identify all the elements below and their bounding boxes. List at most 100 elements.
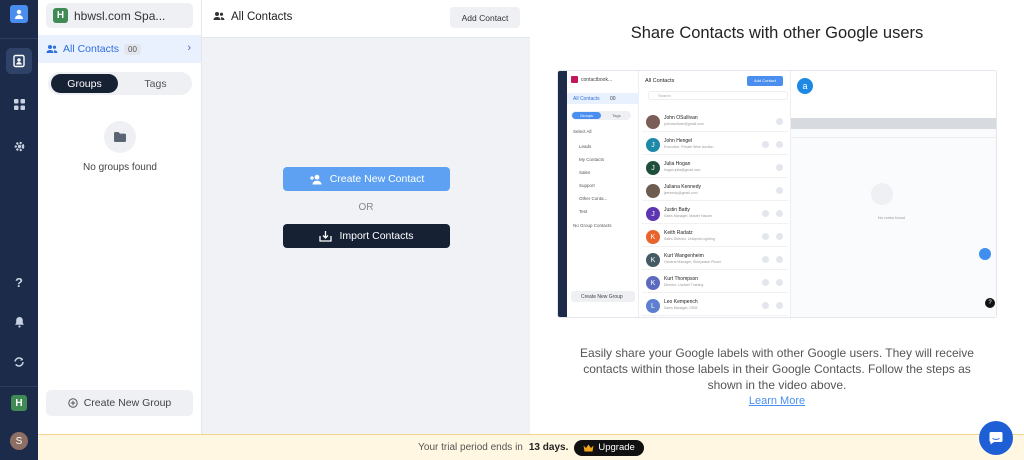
video-contact-name: John Hengel — [664, 138, 693, 144]
video-contact-avatar: K — [646, 253, 660, 267]
share-description: Easily share your Google labels with oth… — [580, 346, 974, 392]
contacts-icon[interactable] — [6, 48, 32, 74]
trial-days: 13 days. — [528, 442, 569, 453]
rail-divider — [0, 38, 38, 39]
video-contact-avatar — [646, 115, 660, 129]
video-contact-name: Juliana Kennedy — [664, 184, 701, 190]
user-avatar[interactable]: S — [10, 432, 28, 450]
video-search-placeholder: Search — [658, 93, 671, 98]
notifications-icon[interactable] — [6, 309, 32, 335]
create-new-group-label: Create New Group — [83, 397, 172, 409]
video-header: All Contacts — [645, 78, 675, 84]
video-contact-name: Kurt Wangenheim — [664, 253, 704, 259]
settings-icon[interactable] — [6, 133, 32, 159]
create-new-group-button[interactable]: Create New Group — [46, 390, 193, 416]
video-tabs: Groups Tags — [571, 111, 631, 120]
workspace-icon: H — [53, 8, 68, 23]
video-phone-icon — [762, 302, 769, 309]
page-title: All Contacts — [231, 11, 293, 23]
video-contact-sub: Sales Manager, Master Hauser — [664, 214, 713, 218]
video-group: My Contacts — [579, 157, 605, 162]
add-person-icon — [309, 174, 322, 184]
video-contact-row: Juliana Kennedy jkennedy@gmail.com — [642, 181, 788, 201]
video-mail-icon — [776, 302, 783, 309]
video-sidebar: contactbook... All Contacts 00 Groups Ta… — [567, 71, 639, 317]
video-mail-icon — [776, 279, 783, 286]
video-contact-avatar — [646, 184, 660, 198]
video-phone-icon — [762, 233, 769, 240]
video-mail-icon — [776, 256, 783, 263]
help-icon[interactable]: ? — [6, 269, 32, 295]
apps-icon[interactable] — [6, 91, 32, 117]
video-contact-row: J Julia Hogan hogan.julia@gmail.com — [642, 158, 788, 178]
video-contact-list: All Contacts Search John OSullivan johno… — [640, 71, 790, 317]
app-logo-icon[interactable] — [10, 5, 28, 23]
video-contact-sub: General Manager, Stonywave Phone — [664, 260, 722, 264]
nav-rail: ? H S — [0, 0, 38, 460]
video-mail-icon — [776, 141, 783, 148]
video-phone-icon — [762, 210, 769, 217]
video-tab-groups: Groups — [572, 112, 601, 119]
video-create-group-label: Create New Group — [581, 294, 623, 300]
empty-groups-text: No groups found — [83, 162, 157, 173]
workspace-selector[interactable]: H hbwsl.com Spa... — [46, 3, 193, 28]
video-contact-avatar: K — [646, 230, 660, 244]
video-mail-icon — [776, 210, 783, 217]
learn-more-link[interactable]: Learn More — [530, 395, 1024, 407]
video-contact-name: John OSullivan — [664, 115, 698, 121]
create-new-contact-label: Create New Contact — [329, 173, 425, 185]
video-help-icon: ? — [985, 298, 995, 308]
video-contact-sub: Sales Manager, GRM — [664, 306, 698, 310]
video-contact-avatar: J — [646, 138, 660, 152]
groups-tags-toggle: Groups Tags — [48, 72, 192, 95]
all-contacts-label: All Contacts — [63, 43, 120, 55]
chat-icon — [989, 432, 1003, 445]
trial-text: Your trial period ends in — [418, 442, 523, 453]
video-contact-row: J Justin Batty Sales Manager, Master Hau… — [642, 204, 788, 224]
video-no-notes: No notes found — [878, 215, 906, 220]
video-mail-icon — [776, 233, 783, 240]
video-contact-avatar: J — [646, 161, 660, 175]
video-phone-icon — [762, 279, 769, 286]
all-contacts-item[interactable]: All Contacts 00 › — [38, 35, 201, 63]
create-new-contact-button[interactable]: Create New Contact — [283, 167, 450, 191]
video-phone-icon — [762, 141, 769, 148]
video-contact-name: Julia Hogan — [664, 161, 691, 167]
video-mail-icon — [776, 118, 783, 125]
people-icon — [46, 45, 58, 53]
video-all-contacts: All Contacts — [573, 96, 600, 102]
plus-circle-icon — [68, 398, 78, 408]
video-contact-avatar: J — [646, 207, 660, 221]
sync-icon[interactable] — [6, 349, 32, 375]
video-app-name: contactbook... — [581, 77, 613, 83]
workspace-switch-icon[interactable]: H — [11, 395, 27, 411]
trial-banner: Your trial period ends in 13 days. Upgra… — [38, 434, 1024, 460]
video-group: Leads — [579, 144, 592, 149]
video-group: Support — [579, 183, 595, 188]
upgrade-button[interactable]: Upgrade — [574, 439, 644, 456]
video-group: Sales — [579, 170, 591, 175]
workspace-name: hbwsl.com Spa... — [74, 8, 166, 23]
video-contact-sub: hogan.julia@gmail.com — [664, 168, 701, 172]
tutorial-video[interactable]: contactbook... All Contacts 00 Groups Ta… — [557, 70, 997, 318]
video-contact-row: K Kurt Wangenheim General Manager, Stony… — [642, 250, 788, 270]
video-notes-icon — [871, 183, 893, 205]
import-contacts-button[interactable]: Import Contacts — [283, 224, 450, 248]
chat-support-button[interactable] — [979, 421, 1013, 455]
video-contact-sub: Director, Lindwel Training — [664, 283, 704, 287]
people-icon — [213, 12, 225, 20]
share-title: Share Contacts with other Google users — [630, 24, 924, 42]
groups-sidebar: H hbwsl.com Spa... All Contacts 00 › Gro… — [38, 0, 202, 434]
video-contact-row: L Leo Kempench Sales Manager, GRM — [642, 296, 788, 316]
tab-groups[interactable]: Groups — [51, 74, 118, 93]
video-tab-tags: Tags — [612, 113, 621, 118]
all-contacts-count: 00 — [124, 43, 141, 55]
video-contact-row: John OSullivan johnosullivan@gmail.com — [642, 112, 788, 132]
upgrade-label: Upgrade — [598, 442, 635, 453]
add-contact-button[interactable]: Add Contact — [450, 7, 520, 28]
video-contact-avatar: K — [646, 276, 660, 290]
video-contact-row: K Kurt Thompson Director, Lindwel Traini… — [642, 273, 788, 293]
chevron-right-icon: › — [187, 42, 191, 54]
tab-tags[interactable]: Tags — [122, 74, 189, 93]
rail-divider — [0, 386, 38, 387]
